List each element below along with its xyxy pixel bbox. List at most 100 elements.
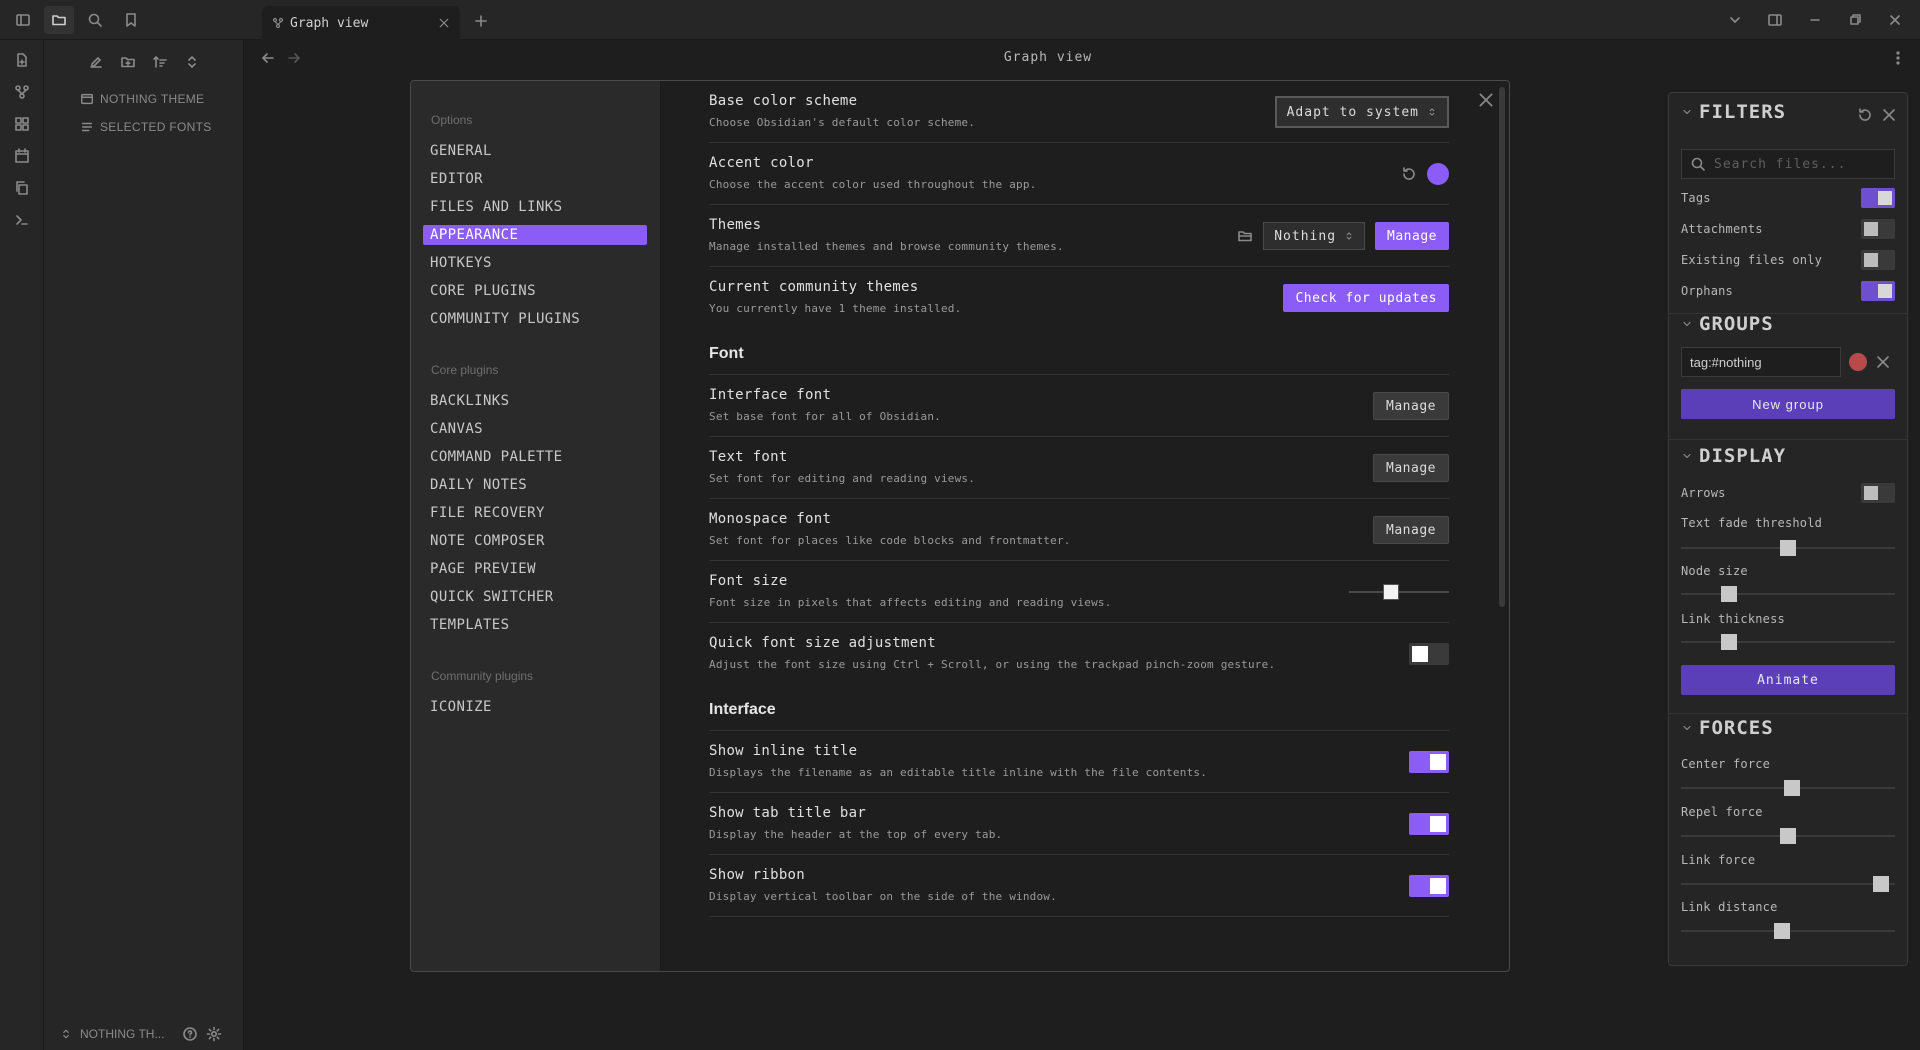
slider-thumb[interactable] [1382,584,1399,600]
slider-thumb[interactable] [1720,634,1737,650]
restore-icon[interactable] [1842,6,1868,34]
search-files-input[interactable]: Search files... [1681,149,1895,179]
repel-force-slider[interactable] [1681,827,1895,845]
text-fade-slider[interactable] [1681,539,1895,557]
animate-button[interactable]: Animate [1681,665,1895,695]
search-icon[interactable] [80,6,110,34]
new-note-icon[interactable] [84,50,108,74]
chevron-down-icon [1681,106,1693,118]
remove-group-icon[interactable] [1875,354,1891,370]
nav-item-command-palette[interactable]: COMMAND PALETTE [423,447,647,467]
orphans-toggle[interactable] [1861,281,1895,301]
accent-color-picker[interactable] [1427,163,1449,185]
gear-icon[interactable] [206,1026,222,1042]
color-scheme-dropdown[interactable]: Adapt to system [1274,96,1449,128]
new-group-button[interactable]: New group [1681,389,1895,419]
right-sidebar-toggle-icon[interactable] [1762,6,1788,34]
font-size-slider[interactable] [1349,584,1449,600]
nav-item-templates[interactable]: TEMPLATES [423,615,647,635]
tags-toggle[interactable] [1861,188,1895,208]
collapse-icon[interactable] [180,50,204,74]
nav-item-editor[interactable]: EDITOR [423,169,647,189]
plus-icon[interactable] [470,10,492,32]
folder-icon[interactable] [44,6,74,34]
calendar-icon[interactable] [10,144,34,168]
theme-dropdown[interactable]: Nothing [1263,222,1366,250]
setting-control: Nothing Manage [1237,205,1449,267]
group-color-picker[interactable] [1849,353,1867,371]
nav-item-quick-switcher[interactable]: QUICK SWITCHER [423,587,647,607]
slider-thumb[interactable] [1873,876,1890,892]
tab-title-bar-toggle[interactable] [1409,813,1449,835]
canvas-icon[interactable] [10,112,34,136]
setting-ribbon: Show ribbon Display vertical toolbar on … [709,855,1449,917]
nav-item-daily-notes[interactable]: DAILY NOTES [423,475,647,495]
link-thickness-slider[interactable] [1681,633,1895,651]
slider-thumb[interactable] [1780,828,1796,844]
nav-item-note-composer[interactable]: NOTE COMPOSER [423,531,647,551]
quick-font-toggle[interactable] [1409,643,1449,665]
modal-close-icon[interactable] [1475,89,1497,111]
center-force-slider[interactable] [1681,779,1895,797]
copy-icon[interactable] [10,176,34,200]
reset-icon[interactable] [1401,166,1417,182]
slider-thumb[interactable] [1720,586,1737,602]
close-icon[interactable] [438,17,450,29]
window-close-icon[interactable] [1882,6,1908,34]
nav-item-file-recovery[interactable]: FILE RECOVERY [423,503,647,523]
forces-header[interactable]: FORCES [1681,717,1774,739]
tree-item-nothing-theme[interactable]: NOTHING THEME [80,92,204,106]
slider-thumb[interactable] [1783,780,1800,796]
more-options-icon[interactable] [1890,50,1906,66]
chevron-down-icon[interactable] [1722,6,1748,34]
bookmark-icon[interactable] [116,6,146,34]
slider-thumb[interactable] [1780,540,1796,556]
sort-icon[interactable] [148,50,172,74]
tree-item-selected-fonts[interactable]: SELECTED FONTS [80,120,212,134]
slider-thumb[interactable] [1774,923,1791,939]
manage-themes-button[interactable]: Manage [1375,222,1449,250]
node-size-slider[interactable] [1681,585,1895,603]
open-folder-icon[interactable] [1237,228,1253,244]
nav-item-appearance[interactable]: APPEARANCE [423,225,647,245]
manage-text-font-button[interactable]: Manage [1373,454,1449,482]
display-header[interactable]: DISPLAY [1681,445,1786,467]
nav-item-general[interactable]: GENERAL [423,141,647,161]
close-icon[interactable] [1881,107,1897,123]
setting-desc: Choose Obsidian's default color scheme. [709,116,976,129]
check-updates-button[interactable]: Check for updates [1283,284,1449,312]
attachments-toggle[interactable] [1861,219,1895,239]
groups-header[interactable]: GROUPS [1681,313,1774,335]
restore-default-icon[interactable] [1857,107,1873,123]
setting-control: Manage [1373,437,1449,499]
existing-files-toggle[interactable] [1861,250,1895,270]
link-distance-slider[interactable] [1681,922,1895,940]
graph-view-icon[interactable] [10,80,34,104]
manage-interface-font-button[interactable]: Manage [1373,392,1449,420]
nav-item-community-plugins[interactable]: COMMUNITY PLUGINS [423,309,647,329]
minimize-icon[interactable] [1802,6,1828,34]
group-query-input[interactable]: tag:#nothing [1681,347,1841,377]
sidebar-toggle-icon[interactable] [8,6,38,34]
chevron-down-icon [1681,722,1693,734]
nav-item-files-and-links[interactable]: FILES AND LINKS [423,197,647,217]
inline-title-toggle[interactable] [1409,751,1449,773]
help-icon[interactable] [182,1026,198,1042]
nav-item-iconize[interactable]: ICONIZE [423,697,647,717]
terminal-icon[interactable] [10,208,34,232]
tab-graph-view[interactable]: Graph view [262,6,460,40]
content-scrollbar[interactable] [1499,87,1505,607]
file-plus-icon[interactable] [10,48,34,72]
vault-switcher[interactable]: NOTHING TH... [60,1026,222,1042]
nav-item-page-preview[interactable]: PAGE PREVIEW [423,559,647,579]
nav-item-backlinks[interactable]: BACKLINKS [423,391,647,411]
link-force-slider[interactable] [1681,875,1895,893]
ribbon-toggle[interactable] [1409,875,1449,897]
new-folder-icon[interactable] [116,50,140,74]
nav-item-canvas[interactable]: CANVAS [423,419,647,439]
manage-monospace-font-button[interactable]: Manage [1373,516,1449,544]
nav-item-hotkeys[interactable]: HOTKEYS [423,253,647,273]
arrows-toggle[interactable] [1861,483,1895,503]
filters-header[interactable]: FILTERS [1681,101,1786,123]
nav-item-core-plugins[interactable]: CORE PLUGINS [423,281,647,301]
